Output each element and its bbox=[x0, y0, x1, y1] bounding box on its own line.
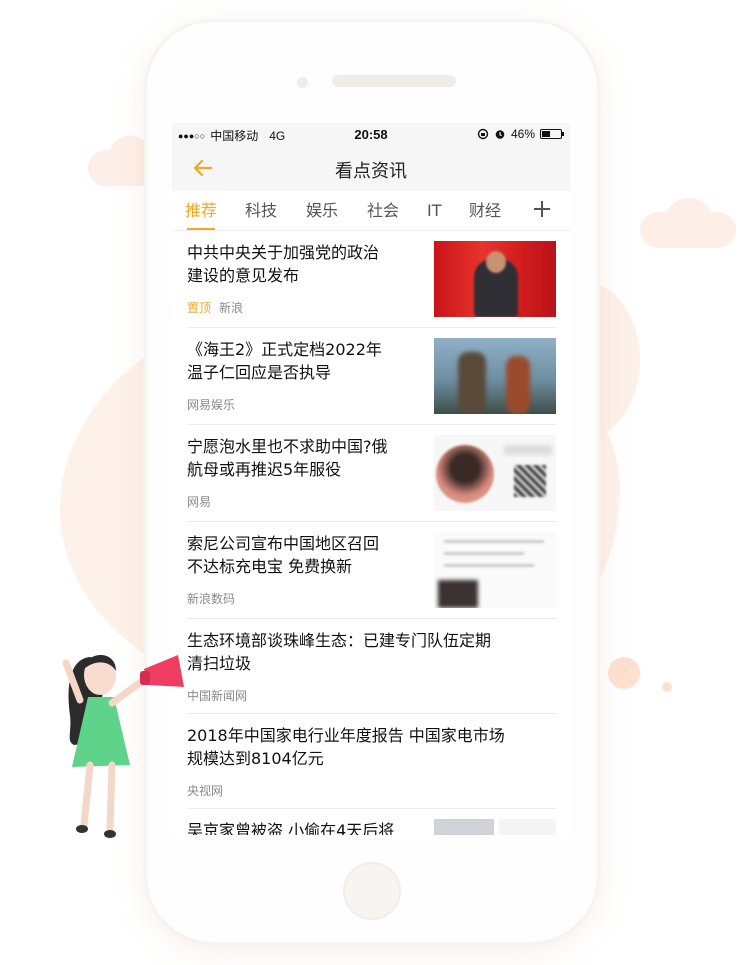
news-thumbnail bbox=[434, 241, 556, 317]
news-title: 吴京家曾被盗 小偷在4天后将 bbox=[187, 821, 395, 835]
decor-dot bbox=[608, 657, 640, 689]
tab-finance[interactable]: 财经 bbox=[469, 191, 501, 231]
news-meta: 新浪数码 bbox=[187, 590, 235, 607]
news-meta: 网易娱乐 bbox=[187, 396, 235, 413]
battery-percent: 46% bbox=[510, 127, 535, 141]
news-title: 中共中央关于加强党的政治 建设的意见发布 bbox=[187, 243, 380, 285]
tab-tech[interactable]: 科技 bbox=[245, 191, 277, 231]
news-item[interactable]: 索尼公司宣布中国地区召回 不达标充电宝 免费换新 新浪数码 bbox=[187, 522, 556, 619]
girl-megaphone-illustration bbox=[62, 655, 184, 838]
news-title: 《海王2》正式定档2022年 温子仁回应是否执导 bbox=[187, 340, 382, 382]
front-camera bbox=[297, 77, 308, 88]
news-title: 2018年中国家电行业年度报告 中国家电市场 规模达到8104亿元 bbox=[187, 726, 505, 768]
news-source: 网易 bbox=[187, 495, 212, 509]
news-thumbnail bbox=[434, 435, 556, 511]
tab-recommend[interactable]: 推荐 bbox=[185, 191, 217, 231]
page-title: 看点资讯 bbox=[335, 161, 407, 182]
news-thumbnail bbox=[434, 819, 494, 835]
news-item[interactable]: 宁愿泡水里也不求助中国?俄 航母或再推迟5年服役 网易 bbox=[187, 425, 556, 522]
news-meta: 网易 bbox=[187, 493, 211, 510]
news-meta: 置顶 新浪 bbox=[187, 299, 243, 316]
news-thumbnail bbox=[434, 338, 556, 414]
news-thumbnail bbox=[434, 532, 556, 608]
news-title: 索尼公司宣布中国地区召回 不达标充电宝 免费换新 bbox=[187, 534, 380, 576]
news-title: 生态环境部谈珠峰生态：已建专门队伍定期 清扫垃圾 bbox=[187, 631, 492, 673]
status-bar: ●●●○○ 中国移动 4G 20:58 46% bbox=[172, 123, 570, 145]
alarm-icon bbox=[495, 130, 505, 139]
battery-icon bbox=[540, 129, 564, 139]
news-item[interactable]: 吴京家曾被盗 小偷在4天后将 bbox=[187, 809, 556, 835]
category-tabs: 推荐 科技 娱乐 社会 IT 财经 bbox=[172, 191, 570, 231]
news-meta: 中国新闻网 bbox=[187, 687, 247, 704]
news-title: 宁愿泡水里也不求助中国?俄 航母或再推迟5年服役 bbox=[187, 437, 388, 479]
pinned-badge: 置顶 bbox=[187, 301, 212, 315]
news-thumbnail bbox=[499, 819, 556, 835]
news-item[interactable]: 《海王2》正式定档2022年 温子仁回应是否执导 网易娱乐 bbox=[187, 328, 556, 425]
news-source: 网易娱乐 bbox=[187, 398, 236, 412]
news-source: 央视网 bbox=[187, 784, 224, 798]
rotation-lock-icon bbox=[477, 128, 489, 140]
news-source: 新浪数码 bbox=[187, 592, 236, 606]
cloud-right-top bbox=[666, 198, 712, 238]
news-item[interactable]: 中共中央关于加强党的政治 建设的意见发布 置顶 新浪 bbox=[187, 231, 556, 328]
news-item[interactable]: 2018年中国家电行业年度报告 中国家电市场 规模达到8104亿元 央视网 bbox=[187, 714, 556, 809]
tab-entertainment[interactable]: 娱乐 bbox=[306, 191, 338, 231]
add-tab-icon[interactable] bbox=[532, 199, 552, 219]
nav-bar: 看点资讯 bbox=[172, 145, 570, 191]
news-item[interactable]: 生态环境部谈珠峰生态：已建专门队伍定期 清扫垃圾 中国新闻网 bbox=[187, 619, 556, 714]
home-button[interactable] bbox=[343, 862, 401, 920]
news-source: 中国新闻网 bbox=[187, 689, 248, 703]
phone-speaker bbox=[332, 75, 456, 87]
tab-society[interactable]: 社会 bbox=[367, 191, 399, 231]
tab-it[interactable]: IT bbox=[427, 191, 442, 231]
phone-screen: ●●●○○ 中国移动 4G 20:58 46% 看点资讯 推荐 科技 娱乐 社会 bbox=[172, 123, 570, 835]
cloud-left-top bbox=[110, 136, 150, 170]
news-meta: 央视网 bbox=[187, 782, 223, 799]
news-source: 新浪 bbox=[219, 301, 244, 315]
decor-dot-small bbox=[662, 682, 672, 692]
